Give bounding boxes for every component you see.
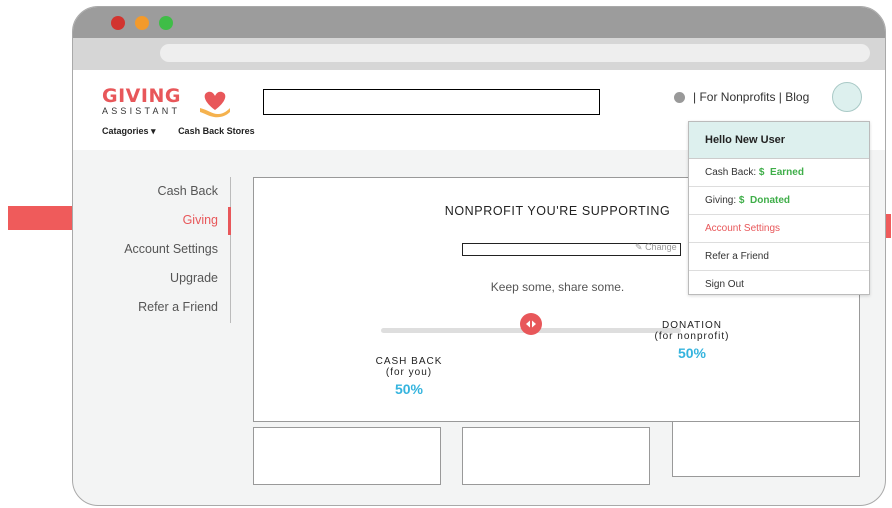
address-bar [73, 38, 885, 70]
sidebar-item-giving[interactable]: Giving [113, 206, 230, 235]
dropdown-cashback-label: Cash Back: [705, 167, 759, 178]
dropdown-giving-dollar: $ [738, 195, 745, 206]
sidebar-item-account-settings[interactable]: Account Settings [113, 235, 230, 264]
change-label: Change [645, 242, 677, 252]
sidebar-item-upgrade[interactable]: Upgrade [113, 264, 230, 293]
search-input[interactable] [263, 89, 600, 115]
browser-window: GIVING ASSISTANT Catagories ▾ Cash Back … [72, 6, 886, 506]
drag-arrows-icon [526, 320, 536, 328]
donation-split: DONATION (for nonprofit) 50% [647, 320, 737, 361]
sidebar-active-indicator [228, 207, 231, 235]
dropdown-giving[interactable]: Giving: $ Donated [689, 187, 869, 215]
dropdown-giving-status: Donated [750, 195, 791, 206]
avatar[interactable] [832, 82, 862, 112]
pencil-icon: ✎ [635, 242, 643, 252]
logo-subtext: ASSISTANT [102, 106, 181, 116]
user-dropdown-menu: Hello New User Cash Back: $ Earned Givin… [688, 121, 870, 295]
dropdown-refer-friend[interactable]: Refer a Friend [689, 243, 869, 271]
sidebar-item-cash-back[interactable]: Cash Back [113, 177, 230, 206]
content-panel-2 [462, 427, 650, 485]
top-links-text[interactable]: | For Nonprofits | Blog [693, 90, 809, 104]
dropdown-cashback-dollar: $ [758, 167, 765, 178]
minimize-dot[interactable] [135, 16, 149, 30]
cashback-label: CASH BACK [375, 356, 443, 367]
dropdown-cashback-status: Earned [770, 167, 804, 178]
donation-percent: 50% [677, 345, 707, 361]
categories-dropdown[interactable]: Catagories ▾ [102, 126, 156, 136]
cashback-split: CASH BACK (for you) 50% [374, 356, 444, 397]
cashback-sublabel: (for you) [385, 367, 433, 378]
dropdown-cashback[interactable]: Cash Back: $ Earned [689, 159, 869, 187]
dropdown-account-settings[interactable]: Account Settings [689, 215, 869, 243]
dropdown-giving-label: Giving: [705, 195, 739, 206]
logo-text: GIVING [102, 85, 181, 107]
content-panel-1 [253, 427, 441, 485]
sidebar-item-refer-a-friend[interactable]: Refer a Friend [113, 293, 230, 322]
content-panel-3 [672, 421, 860, 477]
sidebar-divider [230, 177, 231, 323]
title-bar [73, 7, 885, 38]
url-field[interactable] [160, 44, 870, 62]
account-sidebar: Cash Back Giving Account Settings Upgrad… [113, 177, 230, 322]
notification-dot-icon[interactable] [674, 91, 685, 103]
top-links: | For Nonprofits | Blog [674, 90, 809, 104]
logo[interactable]: GIVING ASSISTANT [102, 85, 230, 118]
dropdown-greeting: Hello New User [689, 122, 869, 159]
change-link[interactable]: ✎ Change [635, 242, 677, 253]
close-dot[interactable] [111, 16, 125, 30]
category-nav: Catagories ▾ Cash Back Stores [102, 126, 275, 137]
heart-hand-icon [200, 91, 230, 118]
donation-label: DONATION [661, 320, 723, 331]
slider-handle[interactable] [520, 313, 542, 335]
donation-sublabel: (for nonprofit) [654, 331, 730, 342]
cashback-stores-link[interactable]: Cash Back Stores [178, 126, 255, 136]
cashback-percent: 50% [394, 381, 424, 397]
dropdown-sign-out[interactable]: Sign Out [689, 271, 869, 298]
maximize-dot[interactable] [159, 16, 173, 30]
